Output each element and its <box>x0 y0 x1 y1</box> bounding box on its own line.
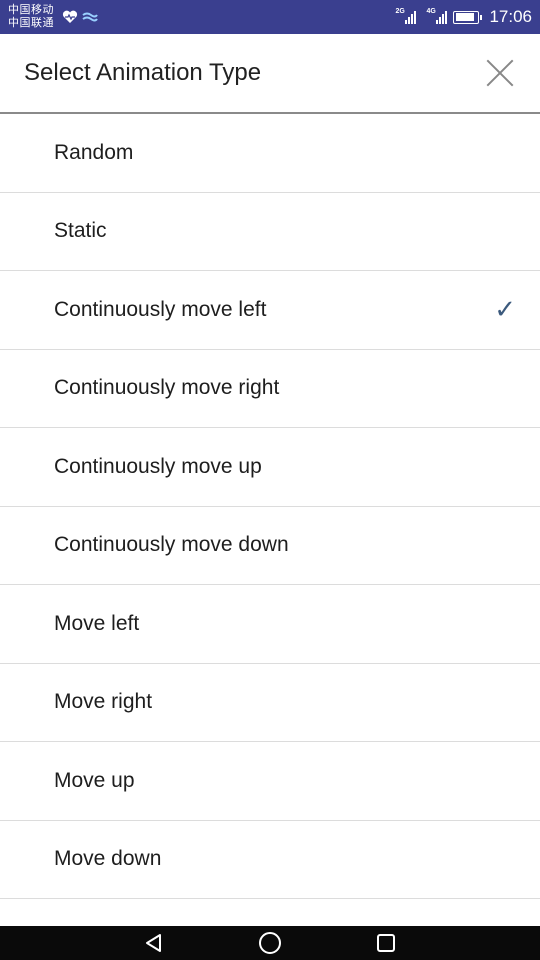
animation-option[interactable]: Continuously move up <box>0 428 540 507</box>
animation-option-label: Continuously move down <box>54 533 289 557</box>
dialog-header: Select Animation Type <box>0 34 540 114</box>
back-button[interactable] <box>141 930 167 956</box>
animation-option-label: Move down <box>54 847 162 871</box>
animation-option-label: Continuously move up <box>54 454 262 478</box>
battery-icon <box>453 10 483 24</box>
network-4g-label: 4G <box>426 8 436 15</box>
animation-option-label: Move right <box>54 690 153 714</box>
signal-2g-icon: 2G <box>395 8 417 24</box>
animation-option[interactable]: Move down <box>0 821 540 899</box>
navigation-bar <box>0 926 540 960</box>
dialog-title: Select Animation Type <box>24 59 262 86</box>
signal-4g-icon: 4G <box>426 8 448 24</box>
animation-option-label: Static <box>54 219 107 243</box>
animation-option[interactable]: Continuously move down <box>0 507 540 585</box>
animation-option[interactable]: Static <box>0 193 540 271</box>
close-button[interactable] <box>484 57 516 89</box>
animation-option[interactable]: Continuously move left ✓ <box>0 271 540 350</box>
health-heart-icon <box>62 10 78 23</box>
status-right: 2G 4G 17:06 <box>395 7 532 27</box>
animation-option-label: Move left <box>54 611 140 635</box>
animation-option-label: Random <box>54 140 134 164</box>
status-clock: 17:06 <box>489 7 532 26</box>
status-bar: 中国移动 中国联通 2G 4G 17:06 <box>0 0 540 34</box>
status-left: 中国移动 中国联通 <box>8 4 98 30</box>
network-2g-label: 2G <box>395 8 405 15</box>
animation-option-label: Continuously move right <box>54 376 280 400</box>
selected-check-icon: ✓ <box>494 294 516 325</box>
recents-square-icon <box>377 934 395 952</box>
home-button[interactable] <box>257 930 283 956</box>
animation-option-label: Move up <box>54 768 135 792</box>
carrier-1: 中国移动 <box>8 4 54 16</box>
animation-option[interactable]: Move up <box>0 742 540 821</box>
battery-fill <box>455 13 474 21</box>
animation-option[interactable]: Move left <box>0 585 540 664</box>
home-circle-icon <box>259 932 281 954</box>
animation-option[interactable]: Move right <box>0 664 540 742</box>
carrier-names: 中国移动 中国联通 <box>8 4 54 30</box>
recents-button[interactable] <box>373 930 399 956</box>
animation-option-label: Continuously move left <box>54 297 267 321</box>
weather-icon <box>82 12 98 22</box>
back-triangle-icon <box>146 934 161 952</box>
carrier-2: 中国联通 <box>8 17 54 29</box>
notification-icons <box>62 10 98 24</box>
animation-type-list: Random Static Continuously move left ✓ Conti… <box>0 114 540 899</box>
animation-option[interactable]: Random <box>0 114 540 193</box>
animation-option[interactable]: Continuously move right <box>0 350 540 428</box>
